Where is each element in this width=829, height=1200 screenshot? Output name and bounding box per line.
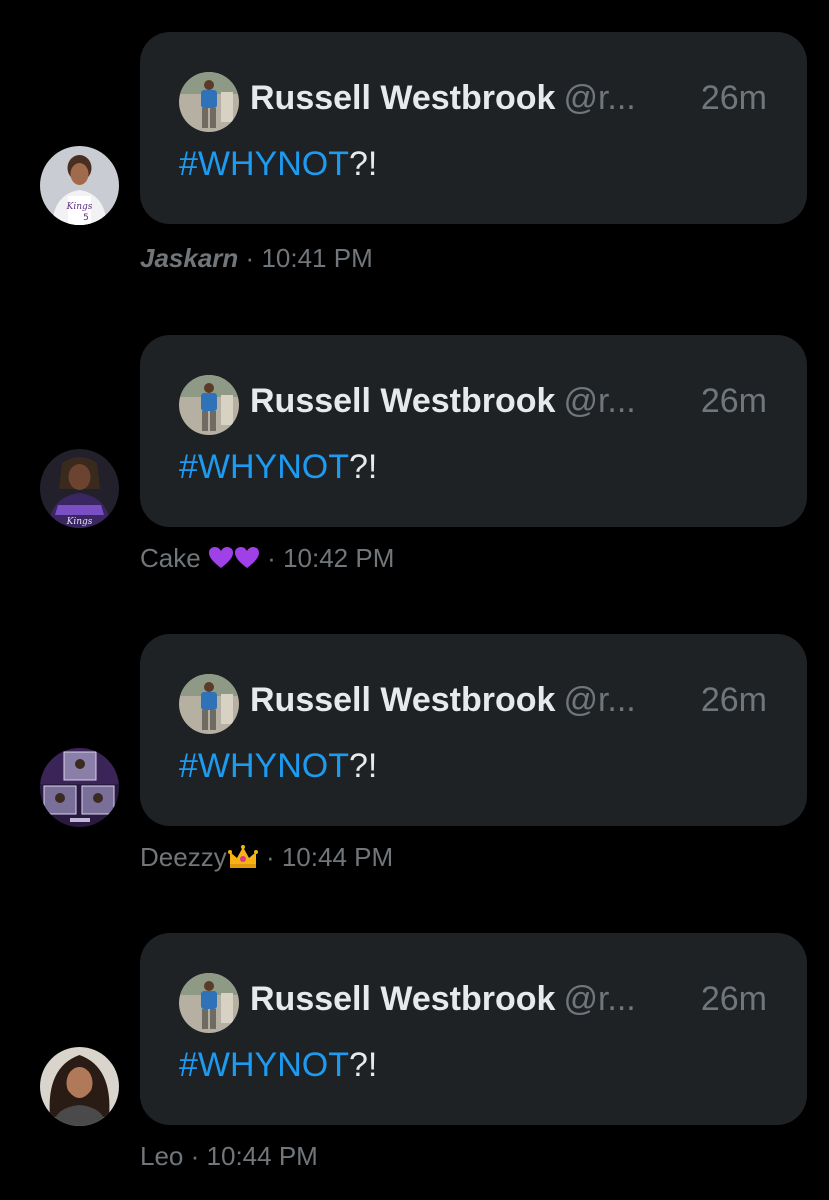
meta-separator: · bbox=[245, 243, 255, 273]
message-meta: Deezzy · 10:44 PM bbox=[140, 839, 393, 875]
quoted-tweet-age: 26m bbox=[700, 79, 767, 117]
card-collage-avatar-icon bbox=[40, 748, 119, 827]
quoted-author-name[interactable]: Russell Westbrook bbox=[250, 681, 555, 719]
svg-text:Kings: Kings bbox=[66, 202, 93, 212]
sender-avatar[interactable]: Kings bbox=[40, 449, 119, 528]
meta-separator: · bbox=[267, 543, 276, 573]
westbrook-avatar-icon bbox=[179, 375, 239, 435]
svg-text:Kings: Kings bbox=[66, 517, 93, 527]
quoted-tweet-card[interactable]: Russell Westbrook @r... 26m #WHYNOT?! bbox=[140, 933, 807, 1125]
quoted-author-handle: @r... bbox=[563, 382, 636, 420]
sender-name[interactable]: Deezzy bbox=[140, 842, 227, 872]
quoted-tweet-card[interactable]: Russell Westbrook @r... 26m #WHYNOT?! bbox=[140, 335, 807, 527]
westbrook-avatar-icon bbox=[179, 72, 239, 132]
sender-name[interactable]: Cake bbox=[140, 543, 201, 573]
hashtag-link[interactable]: #WHYNOT bbox=[179, 747, 349, 785]
meta-separator: · bbox=[265, 842, 275, 872]
quoted-tweet-text: #WHYNOT?! bbox=[179, 142, 377, 186]
quoted-author-avatar[interactable] bbox=[179, 375, 239, 435]
quoted-author-name[interactable]: Russell Westbrook bbox=[250, 980, 555, 1018]
sender-name[interactable]: Leo bbox=[140, 1141, 183, 1171]
sender-avatar[interactable] bbox=[40, 748, 119, 827]
message-timestamp: 10:44 PM bbox=[281, 842, 394, 872]
quoted-tweet-header: Russell Westbrook @r... bbox=[250, 977, 770, 1021]
quoted-author-name[interactable]: Russell Westbrook bbox=[250, 382, 555, 420]
quoted-author-avatar[interactable] bbox=[179, 72, 239, 132]
quoted-tweet-text: #WHYNOT?! bbox=[179, 445, 377, 489]
svg-text:5: 5 bbox=[83, 213, 89, 223]
quoted-tweet-card[interactable]: Russell Westbrook @r... 26m #WHYNOT?! bbox=[140, 32, 807, 224]
quoted-tweet-suffix: ?! bbox=[349, 1046, 378, 1084]
quoted-tweet-age: 26m bbox=[700, 980, 767, 1018]
quoted-author-name[interactable]: Russell Westbrook bbox=[250, 79, 555, 117]
quoted-tweet-card[interactable]: Russell Westbrook @r... 26m #WHYNOT?! bbox=[140, 634, 807, 826]
dm-conversation: Kings 5 Russell Westbrook @r... 26m #WHY… bbox=[0, 0, 829, 1200]
quoted-tweet-suffix: ?! bbox=[349, 145, 378, 183]
quoted-tweet-suffix: ?! bbox=[349, 448, 378, 486]
purple-heart-icon bbox=[234, 546, 260, 570]
message-timestamp: 10:44 PM bbox=[206, 1141, 318, 1171]
quoted-tweet-age: 26m bbox=[700, 681, 767, 719]
quoted-tweet-header: Russell Westbrook @r... bbox=[250, 76, 770, 120]
message-timestamp: 10:41 PM bbox=[261, 243, 373, 273]
quoted-author-avatar[interactable] bbox=[179, 674, 239, 734]
sender-avatar[interactable]: Kings 5 bbox=[40, 146, 119, 225]
quoted-tweet-suffix: ?! bbox=[349, 747, 378, 785]
sender-name[interactable]: Jaskarn bbox=[140, 243, 238, 273]
quoted-author-handle: @r... bbox=[563, 980, 636, 1018]
quoted-author-avatar[interactable] bbox=[179, 973, 239, 1033]
quoted-author-handle: @r... bbox=[563, 79, 636, 117]
quoted-tweet-text: #WHYNOT?! bbox=[179, 1043, 377, 1087]
quoted-tweet-header: Russell Westbrook @r... bbox=[250, 678, 770, 722]
quoted-author-handle: @r... bbox=[563, 681, 636, 719]
message-timestamp: 10:42 PM bbox=[283, 543, 395, 573]
quoted-tweet-age: 26m bbox=[700, 382, 767, 420]
message-meta: Cake · 10:42 PM bbox=[140, 540, 394, 576]
sender-avatar[interactable] bbox=[40, 1047, 119, 1126]
message-row: Kings 5 Russell Westbrook @r... 26m #WHY… bbox=[0, 0, 829, 273]
message-meta: Jaskarn · 10:41 PM bbox=[140, 240, 373, 276]
message-row: Kings Russell Westbrook @r... 26m #WHYNOT bbox=[0, 303, 829, 573]
hashtag-link[interactable]: #WHYNOT bbox=[179, 1046, 349, 1084]
message-meta: Leo · 10:44 PM bbox=[140, 1138, 318, 1174]
meta-separator: · bbox=[190, 1141, 200, 1171]
message-row: Russell Westbrook @r... 26m #WHYNOT?! Dee… bbox=[0, 602, 829, 872]
purple-heart-icon bbox=[208, 546, 234, 570]
quoted-tweet-text: #WHYNOT?! bbox=[179, 744, 377, 788]
quoted-tweet-header: Russell Westbrook @r... bbox=[250, 379, 770, 423]
player-avatar-icon: Kings bbox=[40, 449, 119, 528]
westbrook-avatar-icon bbox=[179, 674, 239, 734]
message-row: Russell Westbrook @r... 26m #WHYNOT?! Leo… bbox=[0, 901, 829, 1171]
hashtag-link[interactable]: #WHYNOT bbox=[179, 145, 349, 183]
curly-hair-avatar-icon bbox=[40, 1047, 119, 1126]
westbrook-avatar-icon bbox=[179, 973, 239, 1033]
jersey-player-avatar-icon: Kings 5 bbox=[40, 146, 119, 225]
crown-icon bbox=[227, 844, 259, 870]
hashtag-link[interactable]: #WHYNOT bbox=[179, 448, 349, 486]
